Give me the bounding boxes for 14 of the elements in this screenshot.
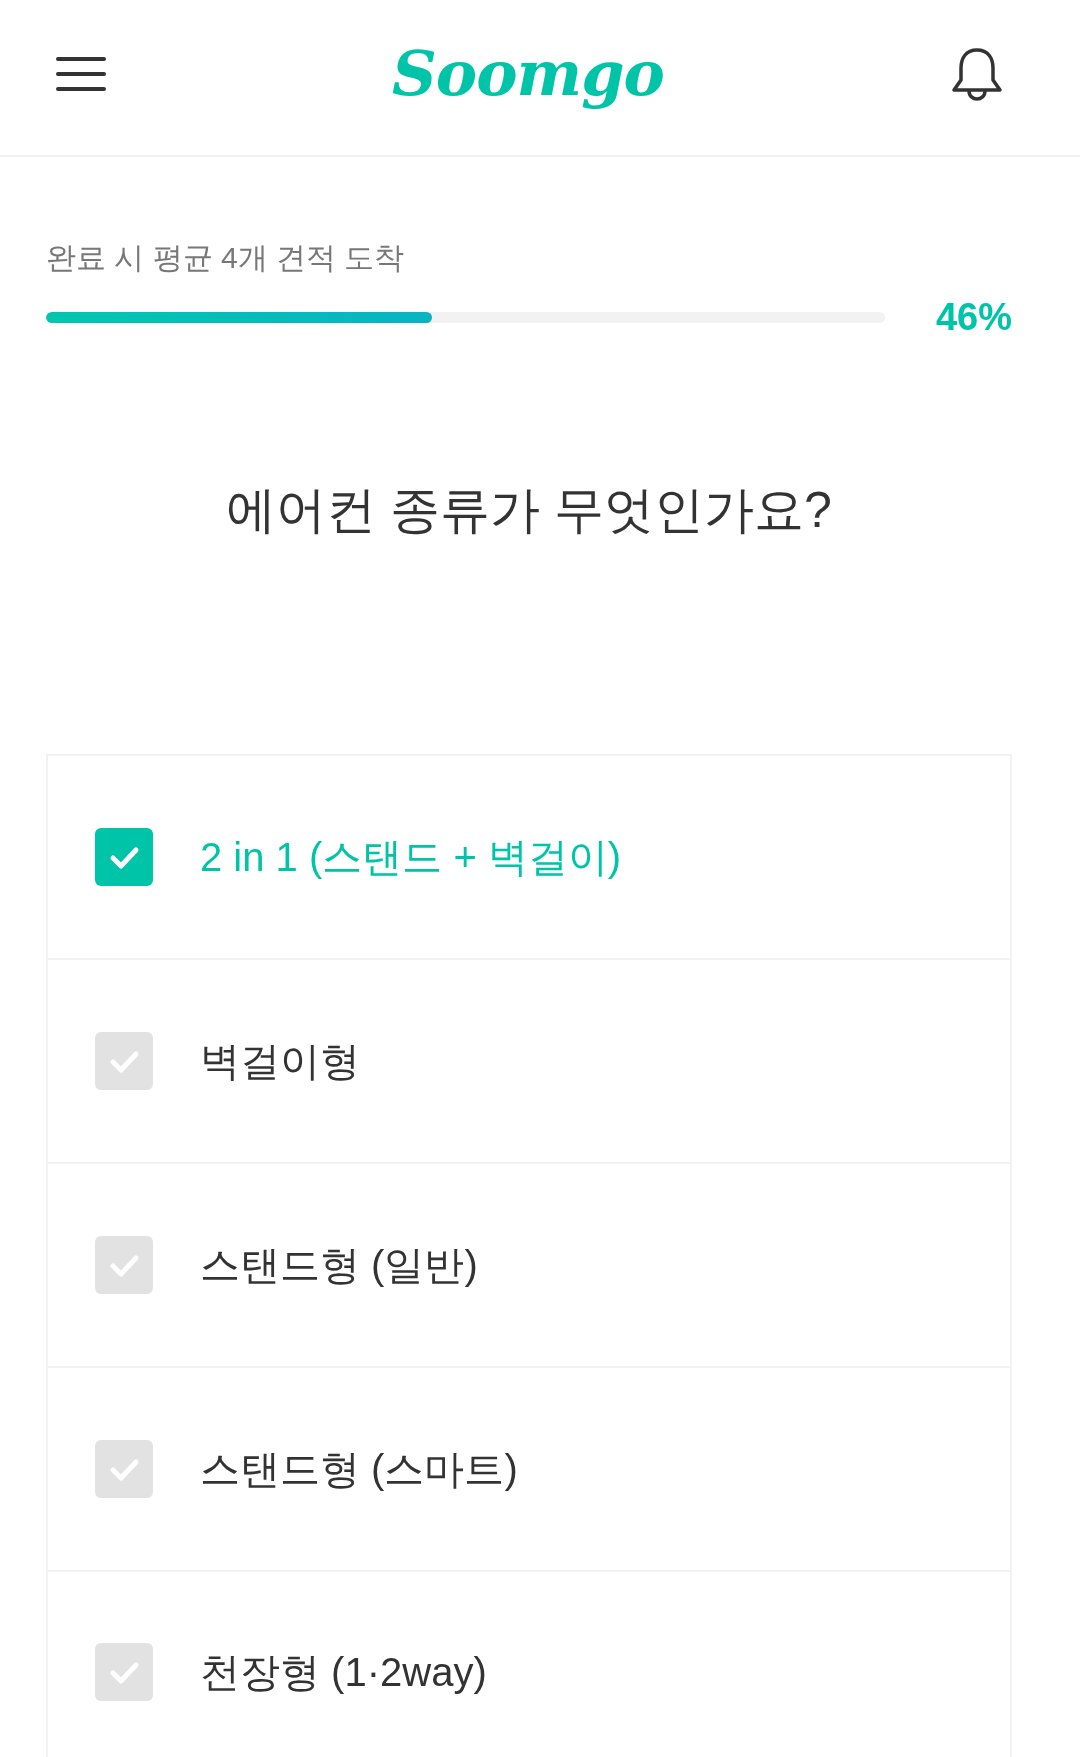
option-item[interactable]: 벽걸이형 <box>48 960 1010 1164</box>
checkbox[interactable] <box>95 1642 153 1701</box>
checkbox[interactable] <box>95 828 153 886</box>
checkbox[interactable] <box>95 1440 153 1498</box>
option-item[interactable]: 천장형 (1·2way) <box>48 1572 1010 1757</box>
bell-icon[interactable] <box>950 45 1004 102</box>
checkbox[interactable] <box>95 1236 153 1294</box>
option-item[interactable]: 스탠드형 (스마트) <box>48 1368 1010 1572</box>
progress-caption: 완료 시 평균 4개 견적 도착 <box>46 240 405 276</box>
question-title: 에어컨 종류가 무엇인가요? <box>226 481 832 540</box>
menu-icon[interactable] <box>56 55 106 92</box>
progress-percent: 46% <box>934 295 1012 340</box>
checkbox[interactable] <box>95 1032 153 1090</box>
option-item[interactable]: 스탠드형 (일반) <box>48 1164 1010 1368</box>
